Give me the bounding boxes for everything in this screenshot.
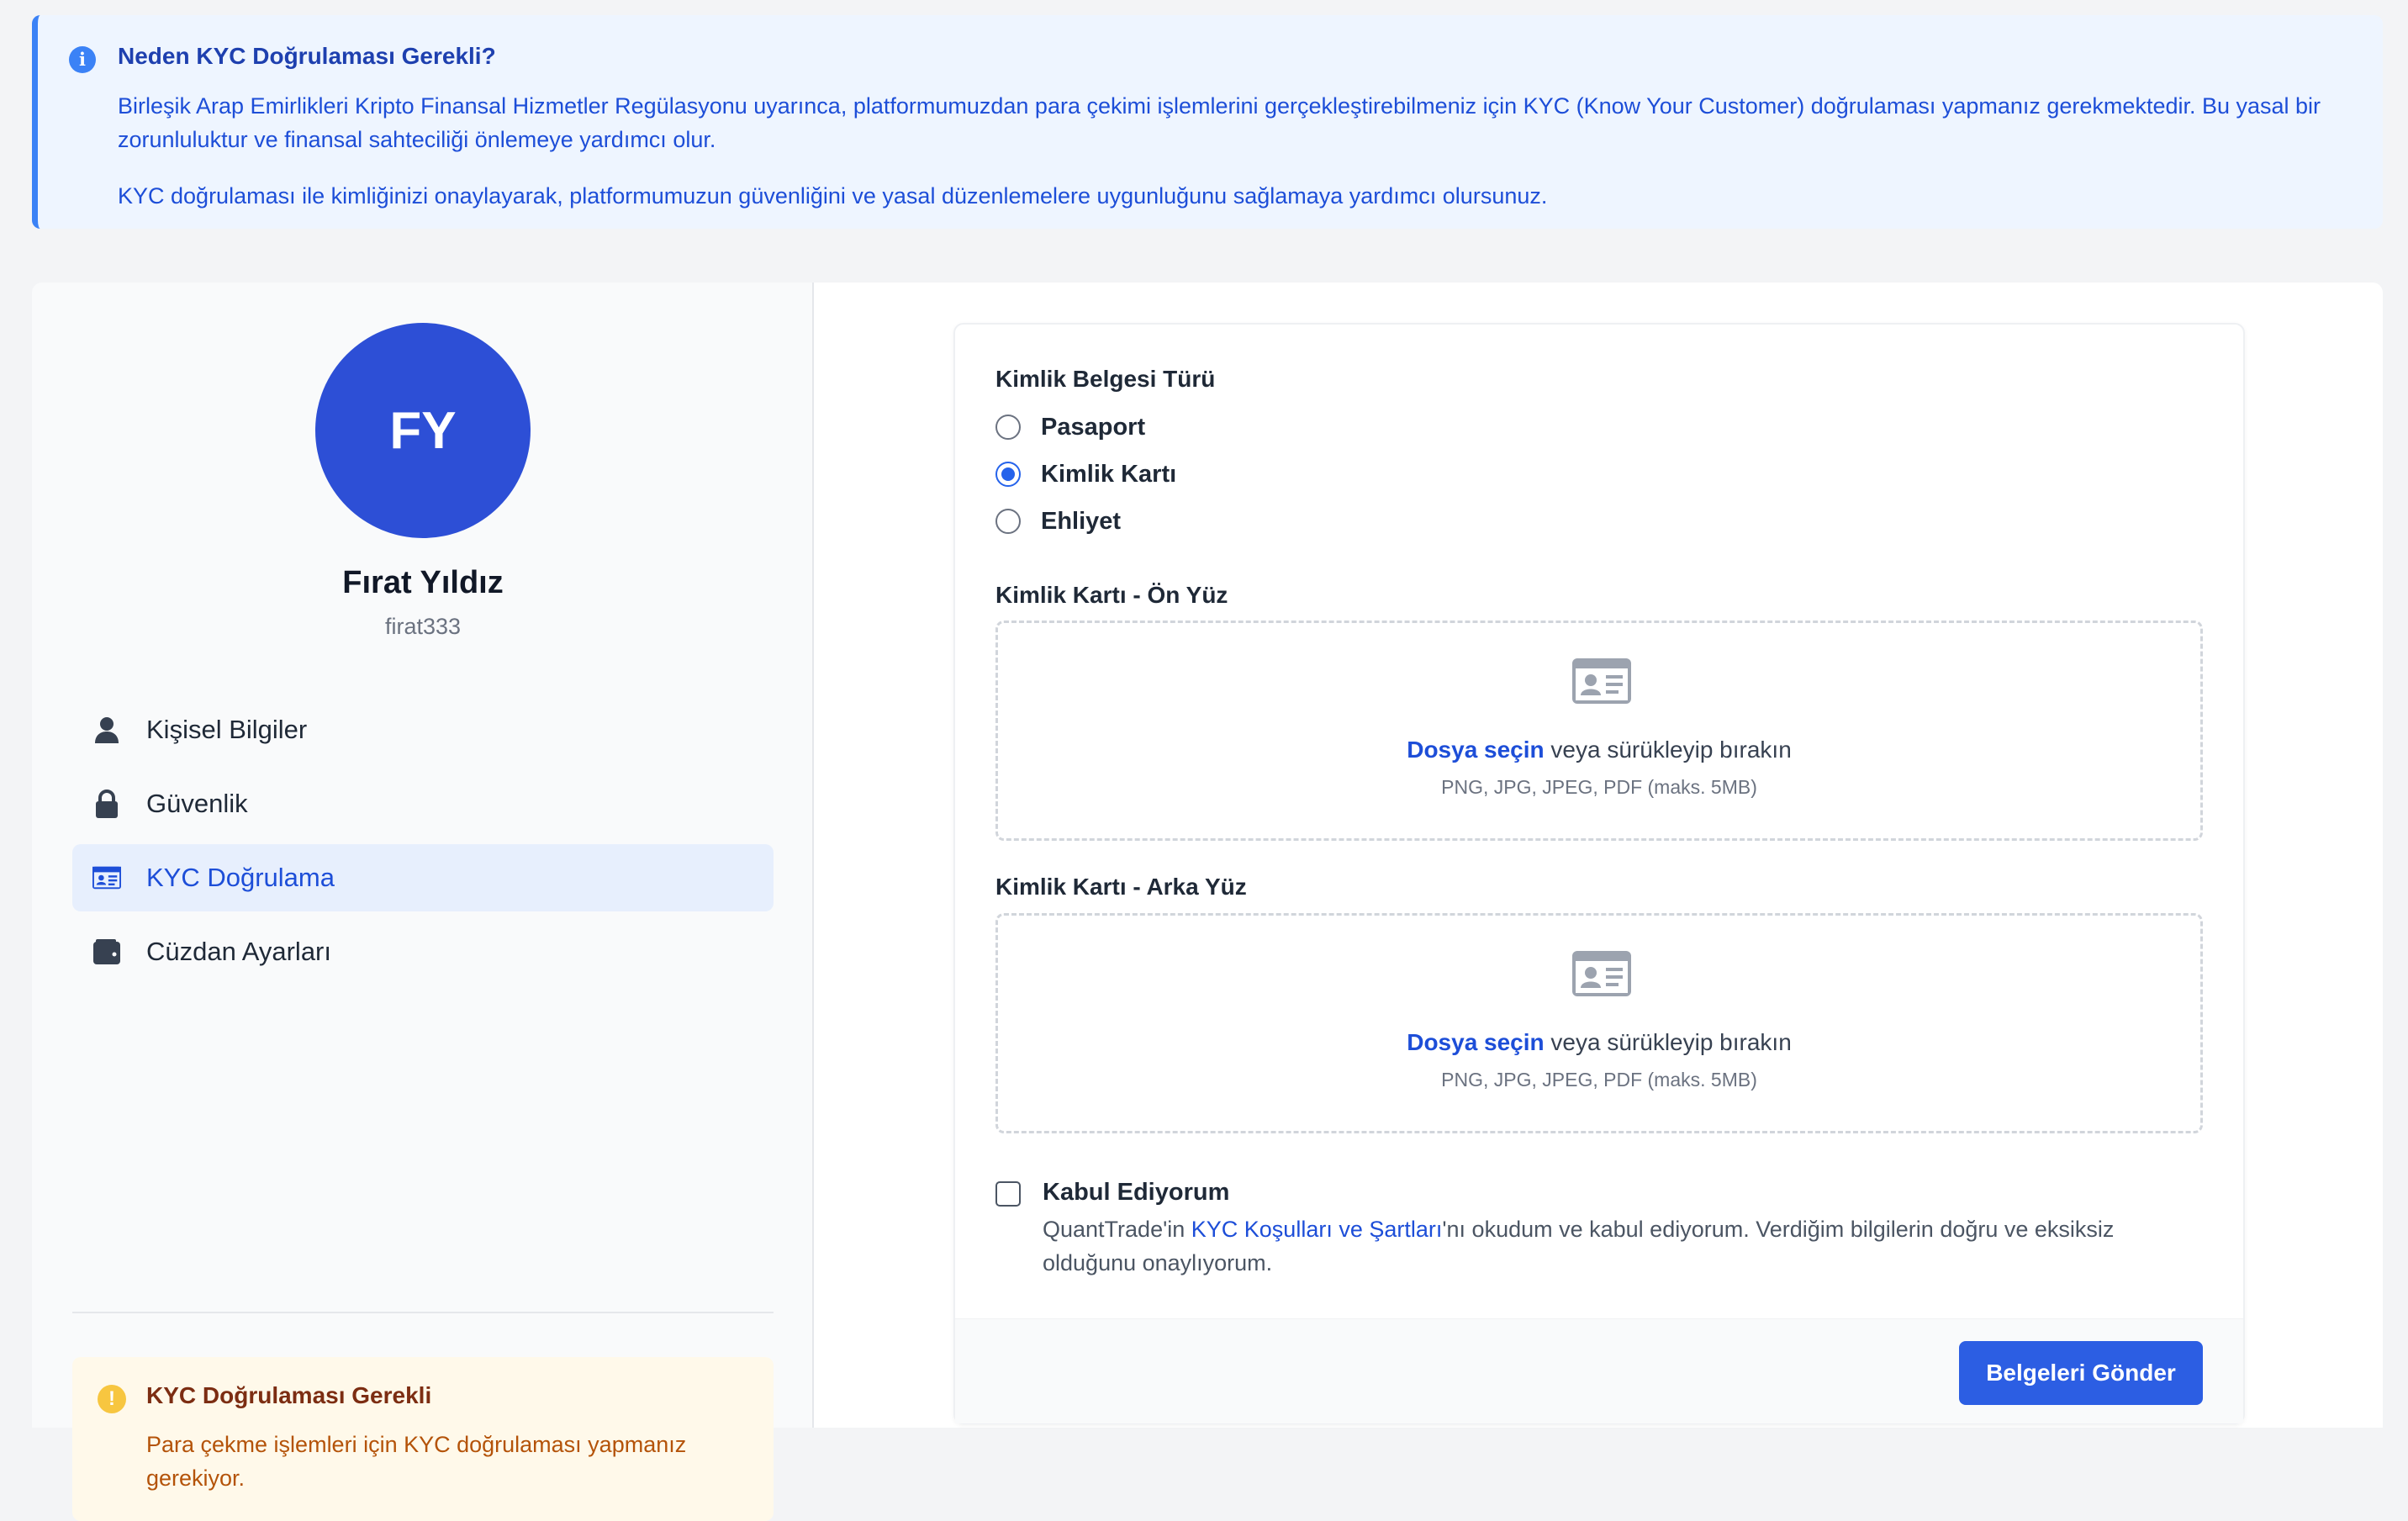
wallet-icon — [92, 937, 121, 966]
sidebar-item-kyc[interactable]: KYC Doğrulama — [72, 844, 774, 911]
warning-title: KYC Doğrulaması Gerekli — [146, 1382, 432, 1408]
radio-id-card[interactable]: Kimlik Kartı — [995, 457, 1176, 491]
user-icon — [92, 716, 121, 744]
warning-icon: ! — [98, 1385, 126, 1413]
sidebar-item-personal-info[interactable]: Kişisel Bilgiler — [72, 696, 774, 763]
id-card-icon — [92, 863, 121, 892]
kyc-info-banner: i Neden KYC Doğrulaması Gerekli? Birleşi… — [32, 15, 2383, 229]
radio-label: Ehliyet — [1041, 507, 1122, 535]
warning-text: Para çekme işlemleri için KYC doğrulamas… — [146, 1432, 687, 1491]
sidebar-item-label: KYC Doğrulama — [146, 863, 335, 892]
kyc-warning-box: ! KYC Doğrulaması Gerekli Para çekme işl… — [72, 1357, 774, 1521]
radio-button[interactable] — [995, 509, 1021, 534]
user-name: Fırat Yıldız — [342, 565, 504, 600]
sidebar-item-wallet[interactable]: Cüzdan Ayarları — [72, 918, 774, 985]
id-card-icon — [1572, 951, 1631, 996]
divider — [72, 1312, 774, 1313]
settings-nav: Kişisel Bilgiler Güvenlik KYC Doğrulama … — [72, 696, 774, 992]
sidebar-item-label: Kişisel Bilgiler — [146, 715, 308, 744]
accept-terms-title: Kabul Ediyorum — [1043, 1179, 1230, 1206]
upload-instruction: Dosya seçin veya sürükleyip bırakın — [998, 737, 2200, 763]
lock-icon — [92, 790, 121, 818]
info-title: Neden KYC Doğrulaması Gerekli? — [118, 43, 496, 69]
accept-terms-text: QuantTrade'in KYC Koşulları ve Şartları'… — [1043, 1212, 2211, 1280]
sidebar-item-label: Güvenlik — [146, 789, 248, 818]
info-paragraph: Birleşik Arap Emirlikleri Kripto Finansa… — [118, 93, 2321, 152]
radio-label: Pasaport — [1041, 413, 1146, 441]
form-footer: Belgeleri Gönder — [955, 1318, 2243, 1423]
front-upload-dropzone[interactable]: Dosya seçin veya sürükleyip bırakın PNG,… — [995, 621, 2203, 841]
accept-terms-prefix: QuantTrade'in — [1043, 1217, 1191, 1242]
radio-button[interactable] — [995, 462, 1021, 487]
front-side-label: Kimlik Kartı - Ön Yüz — [995, 582, 1228, 608]
radio-button[interactable] — [995, 415, 1021, 440]
radio-passport[interactable]: Pasaport — [995, 410, 1145, 444]
user-handle: firat333 — [384, 614, 462, 639]
choose-file-link[interactable]: Dosya seçin — [1407, 737, 1544, 763]
upload-instruction-text: veya sürükleyip bırakın — [1544, 1029, 1792, 1055]
radio-label: Kimlik Kartı — [1041, 460, 1177, 488]
kyc-terms-link[interactable]: KYC Koşulları ve Şartları — [1191, 1217, 1443, 1242]
document-type-label: Kimlik Belgesi Türü — [995, 366, 1216, 392]
upload-instruction-text: veya sürükleyip bırakın — [1544, 737, 1792, 763]
info-paragraph: KYC doğrulaması ile kimliğinizi onaylaya… — [118, 183, 1548, 209]
kyc-form-card: Kimlik Belgesi Türü Pasaport Kimlik Kart… — [953, 323, 2245, 1424]
avatar: FY — [315, 323, 531, 538]
choose-file-link[interactable]: Dosya seçin — [1407, 1029, 1544, 1055]
id-card-icon — [1572, 658, 1631, 704]
info-icon: i — [69, 46, 96, 73]
upload-instruction: Dosya seçin veya sürükleyip bırakın — [998, 1029, 2200, 1056]
back-side-label: Kimlik Kartı - Arka Yüz — [995, 874, 1247, 900]
accept-terms-checkbox[interactable] — [995, 1181, 1021, 1207]
sidebar-item-label: Cüzdan Ayarları — [146, 937, 331, 966]
upload-hint: PNG, JPG, JPEG, PDF (maks. 5MB) — [1441, 1069, 1757, 1091]
radio-drivers-license[interactable]: Ehliyet — [995, 504, 1121, 538]
back-upload-dropzone[interactable]: Dosya seçin veya sürükleyip bırakın PNG,… — [995, 913, 2203, 1133]
sidebar-item-security[interactable]: Güvenlik — [72, 770, 774, 837]
upload-hint: PNG, JPG, JPEG, PDF (maks. 5MB) — [1441, 776, 1757, 798]
submit-documents-button[interactable]: Belgeleri Gönder — [1959, 1341, 2203, 1405]
profile-sidebar: FY Fırat Yıldız firat333 Kişisel Bilgile… — [32, 283, 814, 1521]
